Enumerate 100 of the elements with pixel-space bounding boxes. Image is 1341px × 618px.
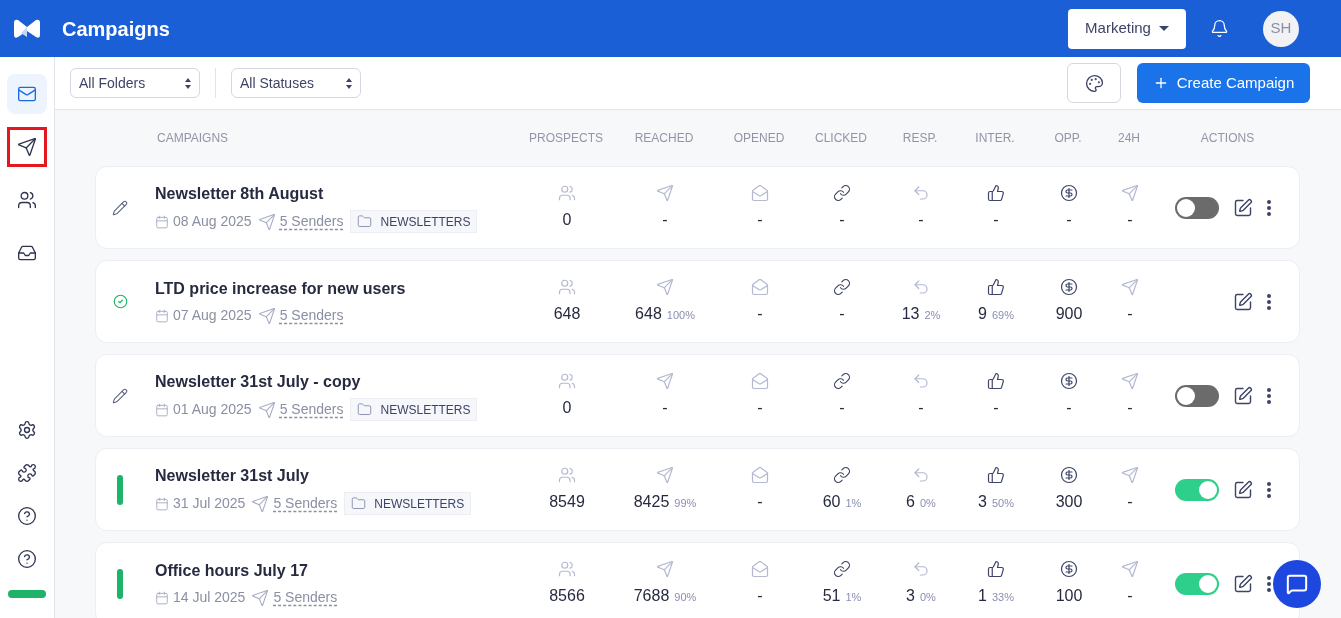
sidebar-item[interactable]: [7, 127, 47, 167]
chat-button[interactable]: [1273, 560, 1321, 608]
folder-tag: NEWSLETTERS: [344, 492, 472, 515]
campaign-name[interactable]: LTD price increase for new users: [155, 277, 524, 301]
metric-value: -: [1127, 491, 1133, 512]
campaign-name[interactable]: Office hours July 17: [155, 559, 524, 583]
metric-value: -: [757, 209, 763, 230]
sort-arrows-icon: [346, 77, 352, 89]
sort-arrows-icon: [185, 77, 191, 89]
caret-icon: [1158, 26, 1169, 31]
column-header: REACHED: [634, 130, 694, 147]
theme-button[interactable]: [1067, 63, 1121, 103]
edit-button[interactable]: [1233, 291, 1253, 312]
settings-icon: [17, 420, 37, 440]
edit-button[interactable]: [1233, 197, 1253, 218]
filter-select[interactable]: All Statuses: [231, 68, 361, 98]
folder-tag: NEWSLETTERS: [350, 398, 478, 421]
metric-value: -: [839, 397, 845, 418]
thumbs-up-icon: [987, 277, 1005, 296]
workspace-dropdown[interactable]: Marketing: [1068, 8, 1186, 49]
send-icon: [656, 465, 674, 484]
create-campaign-button[interactable]: Create Campaign: [1137, 63, 1310, 103]
link-icon: [833, 183, 851, 202]
calendar-icon: [155, 308, 169, 323]
edit-button[interactable]: [1233, 385, 1253, 406]
more-icon: [1267, 199, 1271, 216]
users-icon: [558, 277, 576, 296]
more-button[interactable]: [1267, 387, 1271, 404]
edit-icon: [1233, 291, 1253, 312]
metric-value: -: [757, 585, 763, 606]
send-icon: [656, 183, 674, 202]
metric-percent: 1%: [845, 495, 862, 511]
toggle-knob: [1199, 480, 1217, 499]
metric-percent: 0%: [920, 589, 936, 605]
toggle-switch[interactable]: [1175, 384, 1219, 407]
dollar-icon: [1060, 371, 1078, 390]
send-icon: [1121, 371, 1139, 390]
users-icon: [558, 559, 576, 578]
column-header: CLICKED: [815, 130, 867, 147]
pencil-icon: [112, 387, 128, 404]
metric-value: -: [1127, 303, 1133, 324]
dollar-icon: [1060, 277, 1078, 296]
more-button[interactable]: [1267, 481, 1271, 498]
metric-value: 9: [978, 303, 987, 324]
column-header: ACTIONS: [1200, 130, 1255, 147]
column-header: 24H: [1118, 130, 1140, 147]
envelope-icon: [751, 183, 769, 202]
chat-icon: [1286, 573, 1308, 595]
active-status-bar: [117, 568, 123, 599]
toggle-knob: [1199, 574, 1217, 593]
users-icon: [558, 465, 576, 484]
dollar-icon: [1060, 559, 1078, 578]
metric-percent: 69%: [991, 307, 1014, 323]
mail-icon: [17, 84, 37, 104]
metric-value: 3: [978, 491, 987, 512]
calendar-icon: [155, 590, 169, 605]
more-button[interactable]: [1267, 199, 1271, 216]
metric-value: 3: [906, 585, 915, 606]
active-status-bar: [117, 474, 123, 505]
toggle-knob: [1177, 198, 1195, 217]
help-icon: [17, 549, 37, 569]
dollar-icon: [1060, 183, 1078, 202]
toggle-switch[interactable]: [1175, 478, 1219, 501]
campaign-date: 31 Jul 2025: [173, 494, 246, 513]
reply-icon: [912, 183, 930, 202]
metric-value: -: [1066, 397, 1072, 418]
column-header: INTER.: [975, 130, 1015, 147]
folder-icon: [357, 402, 373, 417]
campaign-name[interactable]: Newsletter 31st July: [155, 464, 524, 488]
edit-icon: [1233, 573, 1253, 594]
more-button[interactable]: [1267, 293, 1271, 310]
send-icon: [17, 137, 37, 157]
notifications-button[interactable]: [1210, 19, 1229, 38]
thumbs-up-icon: [987, 465, 1005, 484]
toggle-switch[interactable]: [1175, 196, 1219, 219]
edit-button[interactable]: [1233, 573, 1253, 594]
metric-value: 60: [822, 491, 841, 512]
column-header: OPP.: [1054, 130, 1082, 147]
campaign-date: 07 Aug 2025: [173, 306, 252, 325]
campaign-name[interactable]: Newsletter 31st July - copy: [155, 370, 524, 394]
metric-value: -: [993, 209, 999, 230]
logo-icon: [12, 18, 42, 39]
reply-icon: [912, 559, 930, 578]
calendar-icon: [155, 214, 169, 229]
folder-tag: NEWSLETTERS: [350, 210, 478, 233]
filter-select[interactable]: All Folders: [70, 68, 200, 98]
metric-percent: 90%: [674, 589, 697, 605]
metric-value: -: [1066, 209, 1072, 230]
campaign-name[interactable]: Newsletter 8th August: [155, 182, 524, 206]
thumbs-up-icon: [987, 183, 1005, 202]
toggle-knob: [1177, 386, 1195, 405]
toggle-switch[interactable]: [1175, 572, 1219, 595]
send-icon: [656, 371, 674, 390]
send-icon: [251, 494, 270, 513]
inbox-icon: [17, 243, 37, 263]
edit-button[interactable]: [1233, 479, 1253, 500]
users-icon: [17, 190, 37, 210]
send-icon: [1121, 277, 1139, 296]
more-button[interactable]: [1267, 575, 1271, 592]
metric-percent: 33%: [991, 589, 1014, 605]
